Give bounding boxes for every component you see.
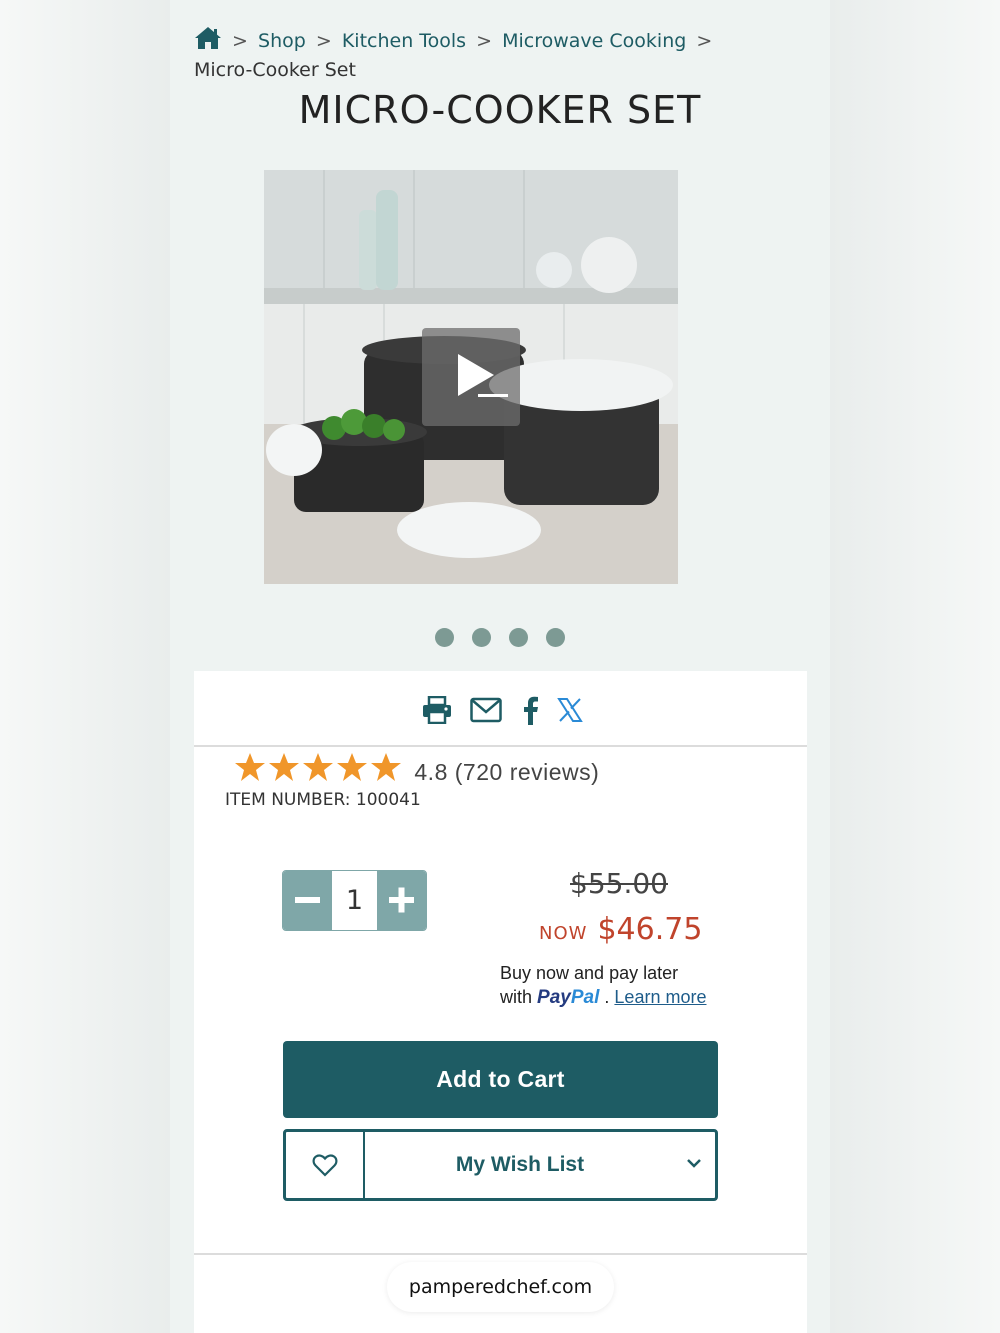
wish-list-label: My Wish List: [455, 1153, 585, 1176]
rating-value: 4.8: [414, 758, 448, 785]
paylater-text: Buy now and pay later: [500, 963, 679, 983]
email-icon[interactable]: [470, 697, 503, 728]
breadcrumb-separator: >: [696, 30, 713, 52]
browser-url-pill[interactable]: pamperedchef.com: [387, 1262, 614, 1312]
page-title: MICRO-COOKER SET: [298, 88, 702, 132]
x-icon[interactable]: [557, 698, 584, 727]
product-video[interactable]: [264, 170, 678, 584]
item-number-value: 100041: [355, 790, 421, 810]
item-number-label: ITEM NUMBER:: [225, 790, 351, 810]
carousel-dot[interactable]: [509, 628, 528, 647]
carousel-dot[interactable]: [546, 628, 565, 647]
original-price: $55.00: [570, 867, 668, 900]
paylater-with: with: [500, 987, 533, 1007]
sale-price: NOW $46.75: [539, 912, 702, 947]
background-right: [830, 0, 1000, 1333]
minus-icon: [295, 897, 320, 903]
product-purchase-card: 4.8 (720 reviews) ITEM NUMBER: 100041 1: [194, 671, 807, 1333]
carousel-dot[interactable]: [472, 628, 491, 647]
increase-quantity-button[interactable]: [377, 871, 426, 930]
video-play-button[interactable]: [422, 328, 520, 426]
quantity-stepper: 1: [282, 870, 427, 931]
wish-list-button[interactable]: My Wish List: [283, 1129, 718, 1201]
sale-price-label: NOW: [539, 923, 588, 944]
plus-icon: [389, 887, 414, 913]
quantity-input[interactable]: 1: [332, 871, 377, 930]
rating-count: (720 reviews): [454, 758, 600, 785]
share-bar: [194, 671, 807, 747]
item-number: ITEM NUMBER: 100041: [225, 790, 421, 810]
decrease-quantity-button[interactable]: [283, 871, 332, 930]
paypal-logo: PayPal: [537, 987, 600, 1008]
chevron-down-icon[interactable]: [685, 1156, 703, 1175]
product-page: > Shop > Kitchen Tools > Microwave Cooki…: [170, 0, 830, 1333]
sale-price-value: $46.75: [597, 912, 703, 947]
facebook-icon[interactable]: [521, 695, 539, 730]
breadcrumb: > Shop > Kitchen Tools > Microwave Cooki…: [194, 26, 754, 85]
breadcrumb-shop[interactable]: Shop: [258, 30, 306, 52]
paypal-paylater: Buy now and pay later with PayPal . Lear…: [500, 961, 706, 1010]
divider: [194, 1253, 807, 1255]
rating[interactable]: 4.8 (720 reviews): [234, 751, 599, 785]
breadcrumb-kitchen-tools[interactable]: Kitchen Tools: [342, 30, 466, 52]
home-icon[interactable]: [194, 26, 222, 50]
breadcrumb-separator: >: [315, 30, 332, 52]
print-icon[interactable]: [422, 695, 452, 729]
background-left: [0, 0, 170, 1333]
learn-more-link[interactable]: Learn more: [614, 987, 706, 1007]
play-icon: [458, 354, 508, 397]
heart-icon[interactable]: [286, 1132, 365, 1198]
breadcrumb-current: Micro-Cooker Set: [194, 59, 356, 81]
breadcrumb-separator: >: [476, 30, 493, 52]
carousel-dot[interactable]: [435, 628, 454, 647]
paylater-dot: .: [604, 987, 610, 1007]
breadcrumb-separator: >: [232, 30, 248, 52]
breadcrumb-microwave-cooking[interactable]: Microwave Cooking: [502, 30, 686, 52]
add-to-cart-button[interactable]: Add to Cart: [283, 1041, 718, 1118]
rating-stars: [234, 751, 402, 792]
carousel-dots: [170, 628, 830, 652]
